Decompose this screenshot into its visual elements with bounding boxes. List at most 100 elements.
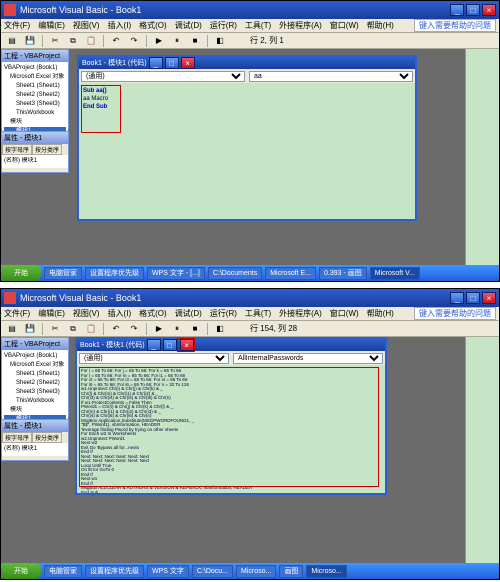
taskbar-item-active[interactable]: Microsoft V... bbox=[370, 267, 420, 280]
help-search-box[interactable]: 键入需要帮助的问题 bbox=[414, 19, 496, 32]
taskbar-item[interactable]: 设置程序优先级 bbox=[85, 565, 144, 578]
taskbar-item[interactable]: C:\Docu... bbox=[192, 565, 233, 578]
tree-sheet3[interactable]: Sheet3 (Sheet3) bbox=[4, 388, 66, 397]
codewin-minimize-button[interactable]: _ bbox=[149, 57, 163, 69]
tree-modules[interactable]: 模块 bbox=[4, 406, 66, 415]
tree-thisworkbook[interactable]: ThisWorkbook bbox=[4, 397, 66, 406]
toolbar-cut-icon[interactable]: ✂ bbox=[47, 322, 63, 336]
menu-view[interactable]: 视图(V) bbox=[73, 308, 100, 319]
props-grid[interactable]: (名称) 模块1 bbox=[2, 443, 68, 456]
tree-sheet1[interactable]: Sheet1 (Sheet1) bbox=[4, 82, 66, 91]
toolbar-redo-icon[interactable]: ↷ bbox=[126, 34, 142, 48]
menu-window[interactable]: 窗口(W) bbox=[330, 20, 359, 31]
toolbar-run-icon[interactable]: ▶ bbox=[151, 34, 167, 48]
taskbar-item[interactable]: WPS 文字 bbox=[147, 565, 189, 578]
minimize-button[interactable]: _ bbox=[450, 292, 464, 304]
codewin-maximize-button[interactable]: □ bbox=[165, 57, 179, 69]
object-dropdown[interactable]: (通用) bbox=[79, 353, 229, 364]
menu-debug[interactable]: 调试(D) bbox=[175, 20, 202, 31]
taskbar-item[interactable]: 电脑管家 bbox=[44, 267, 82, 280]
menu-run[interactable]: 运行(R) bbox=[210, 308, 237, 319]
toolbar-view-icon[interactable]: ▤ bbox=[4, 34, 20, 48]
menu-tools[interactable]: 工具(T) bbox=[245, 20, 271, 31]
toolbar-design-icon[interactable]: ◧ bbox=[212, 322, 228, 336]
menu-help[interactable]: 帮助(H) bbox=[367, 308, 394, 319]
props-tab-alpha[interactable]: 按字母序 bbox=[2, 144, 32, 155]
close-button[interactable]: × bbox=[482, 4, 496, 16]
menu-view[interactable]: 视图(V) bbox=[73, 20, 100, 31]
toolbar-break-icon[interactable]: ⏸ bbox=[169, 34, 185, 48]
taskbar-item[interactable]: WPS 文字 - [...] bbox=[147, 267, 205, 280]
toolbar-run-icon[interactable]: ▶ bbox=[151, 322, 167, 336]
toolbar-paste-icon[interactable]: 📋 bbox=[83, 34, 99, 48]
menu-addins[interactable]: 外接程序(A) bbox=[279, 20, 322, 31]
code-editor[interactable]: For i = 65 To 66: For j = 65 To 66: For … bbox=[77, 365, 385, 493]
maximize-button[interactable]: □ bbox=[466, 4, 480, 16]
taskbar-item[interactable]: Microso... bbox=[236, 565, 276, 578]
tree-thisworkbook[interactable]: ThisWorkbook bbox=[4, 109, 66, 118]
toolbar-redo-icon[interactable]: ↷ bbox=[126, 322, 142, 336]
toolbar-break-icon[interactable]: ⏸ bbox=[169, 322, 185, 336]
start-button[interactable]: 开始 bbox=[1, 563, 41, 579]
menu-edit[interactable]: 编辑(E) bbox=[38, 20, 65, 31]
prop-name[interactable]: (名称) 模块1 bbox=[4, 157, 66, 166]
menu-insert[interactable]: 插入(I) bbox=[108, 308, 132, 319]
minimize-button[interactable]: _ bbox=[450, 4, 464, 16]
props-grid[interactable]: (名称) 模块1 bbox=[2, 155, 68, 168]
toolbar-save-icon[interactable]: 💾 bbox=[22, 34, 38, 48]
toolbar-reset-icon[interactable]: ■ bbox=[187, 322, 203, 336]
taskbar-item[interactable]: 电脑管家 bbox=[44, 565, 82, 578]
menu-insert[interactable]: 插入(I) bbox=[108, 20, 132, 31]
taskbar-item[interactable]: Microsoft E... bbox=[265, 267, 316, 280]
taskbar-item[interactable]: 画图 bbox=[279, 565, 303, 578]
taskbar-item-active[interactable]: Microso... bbox=[306, 565, 346, 578]
toolbar-design-icon[interactable]: ◧ bbox=[212, 34, 228, 48]
taskbar-item[interactable]: 设置程序优先级 bbox=[85, 267, 144, 280]
toolbar-view-icon[interactable]: ▤ bbox=[4, 322, 20, 336]
toolbar-save-icon[interactable]: 💾 bbox=[22, 322, 38, 336]
toolbar-cut-icon[interactable]: ✂ bbox=[47, 34, 63, 48]
tree-excel-objects[interactable]: Microsoft Excel 对象 bbox=[4, 361, 66, 370]
menu-format[interactable]: 格式(O) bbox=[139, 308, 167, 319]
menu-debug[interactable]: 调试(D) bbox=[175, 308, 202, 319]
project-tree[interactable]: VBAProject (Book1) Microsoft Excel 对象 Sh… bbox=[2, 62, 68, 138]
menu-format[interactable]: 格式(O) bbox=[139, 20, 167, 31]
codewin-minimize-button[interactable]: _ bbox=[147, 339, 161, 351]
props-tab-alpha[interactable]: 按字母序 bbox=[2, 432, 32, 443]
toolbar-reset-icon[interactable]: ■ bbox=[187, 34, 203, 48]
close-button[interactable]: × bbox=[482, 292, 496, 304]
menu-help[interactable]: 帮助(H) bbox=[367, 20, 394, 31]
tree-modules[interactable]: 模块 bbox=[4, 118, 66, 127]
object-dropdown[interactable]: (通用) bbox=[81, 71, 245, 82]
toolbar-paste-icon[interactable]: 📋 bbox=[83, 322, 99, 336]
menu-tools[interactable]: 工具(T) bbox=[245, 308, 271, 319]
codewin-close-button[interactable]: × bbox=[180, 339, 194, 351]
procedure-dropdown[interactable]: AllInternalPasswords bbox=[233, 353, 383, 364]
toolbar-undo-icon[interactable]: ↶ bbox=[108, 322, 124, 336]
menu-file[interactable]: 文件(F) bbox=[4, 308, 30, 319]
code-editor[interactable]: Sub aa() aa Macro End Sub bbox=[79, 83, 415, 219]
tree-sheet2[interactable]: Sheet2 (Sheet2) bbox=[4, 91, 66, 100]
toolbar-copy-icon[interactable]: ⧉ bbox=[65, 322, 81, 336]
tree-vbaproject[interactable]: VBAProject (Book1) bbox=[4, 352, 66, 361]
taskbar-item[interactable]: 0.393 - 画图 bbox=[319, 267, 367, 280]
prop-name[interactable]: (名称) 模块1 bbox=[4, 445, 66, 454]
tree-excel-objects[interactable]: Microsoft Excel 对象 bbox=[4, 73, 66, 82]
codewin-close-button[interactable]: × bbox=[181, 57, 195, 69]
menu-edit[interactable]: 编辑(E) bbox=[38, 308, 65, 319]
toolbar-undo-icon[interactable]: ↶ bbox=[108, 34, 124, 48]
help-search-box[interactable]: 键入需要帮助的问题 bbox=[414, 307, 496, 320]
project-tree[interactable]: VBAProject (Book1) Microsoft Excel 对象 Sh… bbox=[2, 350, 68, 426]
menu-window[interactable]: 窗口(W) bbox=[330, 308, 359, 319]
toolbar-copy-icon[interactable]: ⧉ bbox=[65, 34, 81, 48]
menu-addins[interactable]: 外接程序(A) bbox=[279, 308, 322, 319]
taskbar-item[interactable]: C:\Documents bbox=[208, 267, 262, 280]
codewin-maximize-button[interactable]: □ bbox=[163, 339, 177, 351]
props-tab-category[interactable]: 按分类序 bbox=[32, 144, 62, 155]
tree-sheet1[interactable]: Sheet1 (Sheet1) bbox=[4, 370, 66, 379]
procedure-dropdown[interactable]: aa bbox=[249, 71, 413, 82]
tree-vbaproject[interactable]: VBAProject (Book1) bbox=[4, 64, 66, 73]
tree-sheet2[interactable]: Sheet2 (Sheet2) bbox=[4, 379, 66, 388]
start-button[interactable]: 开始 bbox=[1, 265, 41, 281]
menu-run[interactable]: 运行(R) bbox=[210, 20, 237, 31]
